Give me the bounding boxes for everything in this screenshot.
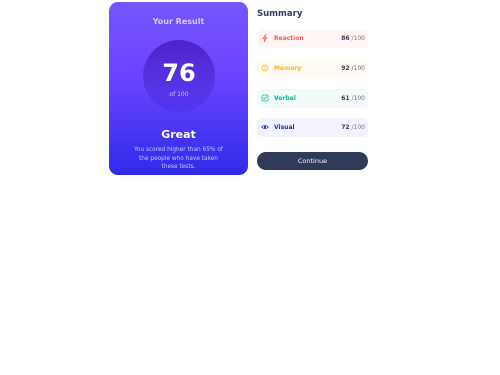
summary-item-score: 72 /100	[341, 124, 365, 131]
summary-item-label: Visual	[274, 124, 295, 131]
summary-item-reaction: Reaction 86 /100	[257, 29, 368, 48]
summary-item-score: 92 /100	[341, 65, 365, 72]
summary-item-label: Memory	[274, 65, 302, 72]
result-card: Your Result 76 of 100 Great You scored h…	[109, 2, 248, 175]
summary-item-score: 86 /100	[341, 35, 365, 42]
lightning-icon	[262, 34, 268, 42]
summary-item-visual: Visual 72 /100	[257, 118, 368, 137]
summary-item-label: Verbal	[274, 95, 296, 102]
summary-item-score: 61 /100	[341, 95, 365, 102]
score-circle: 76 of 100	[143, 40, 215, 112]
rating-label: Great	[161, 128, 196, 141]
summary-item-memory: Memory 92 /100	[257, 59, 368, 78]
summary-item-verbal: Verbal 61 /100	[257, 89, 368, 108]
summary-panel: Summary Reaction 86 /100 Memory 92 /100 …	[257, 2, 368, 170]
eye-icon	[261, 124, 269, 130]
score-value: 76	[162, 59, 196, 87]
result-description: You scored higher than 65% of the people…	[134, 147, 223, 170]
checkmark-icon	[261, 94, 269, 102]
summary-title: Summary	[257, 9, 303, 19]
score-out-of: of 100	[169, 91, 189, 98]
brain-icon	[261, 64, 269, 72]
summary-item-label: Reaction	[274, 35, 304, 42]
result-title: Your Result	[152, 17, 205, 26]
continue-button[interactable]: Continue	[257, 152, 368, 170]
